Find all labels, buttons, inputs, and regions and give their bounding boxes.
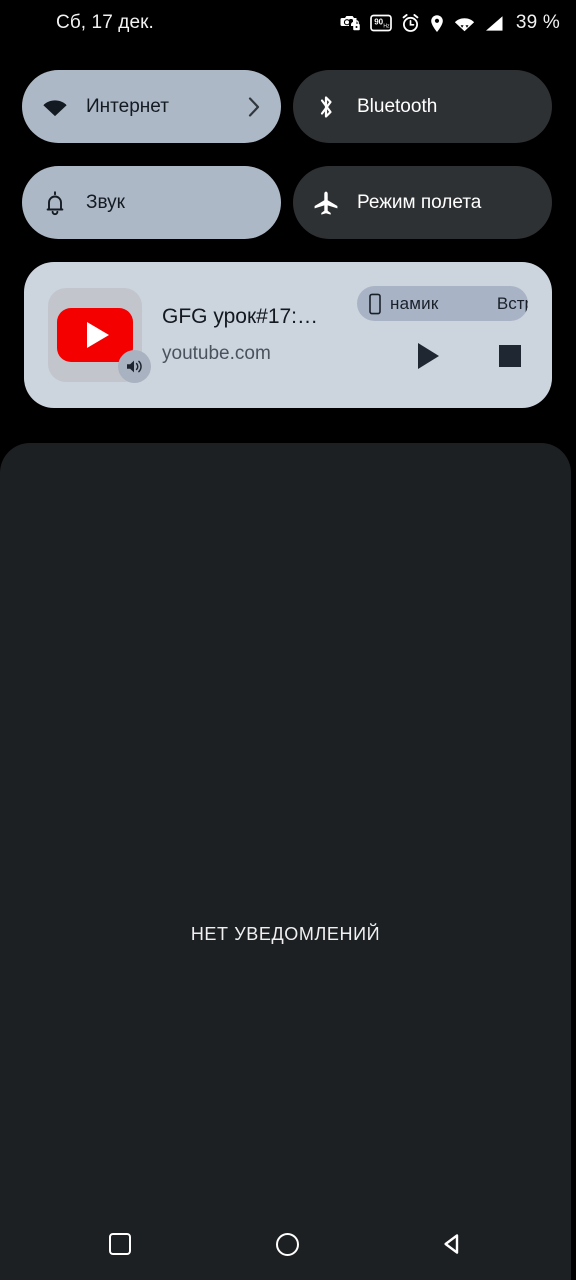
media-controls (412, 340, 526, 372)
no-notifications-text: НЕТ УВЕДОМЛЕНИЙ (190, 924, 381, 944)
qs-tile-label: Bluetooth (357, 95, 438, 117)
play-icon[interactable] (412, 340, 444, 372)
circle-outline-icon[interactable] (263, 1220, 311, 1268)
stop-icon[interactable] (494, 340, 526, 372)
svg-text:Hz: Hz (383, 24, 390, 30)
qs-tile-sound[interactable]: Звук (22, 166, 281, 239)
youtube-icon (57, 308, 133, 362)
quick-settings-row-1: Интернет Bluetooth (22, 70, 554, 143)
status-bar: Сб, 17 дек. 90 Hz 39 % (0, 0, 576, 46)
location-pin-icon (429, 14, 445, 33)
bluetooth-icon (313, 94, 339, 120)
media-output-device-label-clipped: Встр (496, 294, 528, 313)
media-output-device-chip[interactable]: намик Встр (357, 286, 528, 321)
qs-tile-bluetooth[interactable]: Bluetooth (293, 70, 552, 143)
camera-lock-icon (339, 14, 361, 32)
status-bar-date: Сб, 17 дек. (56, 12, 154, 33)
bell-icon (42, 190, 68, 216)
triangle-left-icon[interactable] (429, 1220, 477, 1268)
phone-screen: Сб, 17 дек. 90 Hz 39 % Интернет Bluetoot… (0, 0, 576, 1280)
phone-speaker-icon (368, 293, 382, 315)
media-title: GFG урок#17:… (162, 305, 319, 328)
media-output-device-label: намик (390, 293, 439, 313)
media-notification-card[interactable]: GFG урок#17:… youtube.com намик Встр (24, 262, 552, 408)
quick-settings-grid: Интернет Bluetooth Звук Режим полета (22, 70, 554, 262)
qs-tile-label: Режим полета (357, 191, 482, 213)
alarm-icon (401, 13, 420, 33)
cellular-signal-icon (484, 15, 504, 32)
wifi-icon (42, 94, 68, 120)
wifi-icon (454, 15, 475, 32)
airplane-icon (313, 190, 339, 216)
chevron-right-icon[interactable] (247, 96, 261, 118)
refresh-rate-90hz-icon: 90 Hz (370, 14, 392, 32)
qs-tile-label: Интернет (86, 95, 169, 117)
qs-tile-label: Звук (86, 191, 125, 213)
volume-up-icon (118, 350, 151, 383)
qs-tile-internet[interactable]: Интернет (22, 70, 281, 143)
quick-settings-row-2: Звук Режим полета (22, 166, 554, 239)
battery-percentage: 39 % (515, 12, 560, 33)
qs-tile-airplane[interactable]: Режим полета (293, 166, 552, 239)
notification-shade-panel: НЕТ УВЕДОМЛЕНИЙ (0, 443, 571, 1280)
media-subtitle: youtube.com (162, 343, 271, 364)
svg-text:90: 90 (374, 18, 383, 27)
status-bar-icons: 90 Hz 39 % (339, 12, 560, 34)
square-outline-icon[interactable] (96, 1220, 144, 1268)
navigation-bar (0, 1208, 571, 1280)
